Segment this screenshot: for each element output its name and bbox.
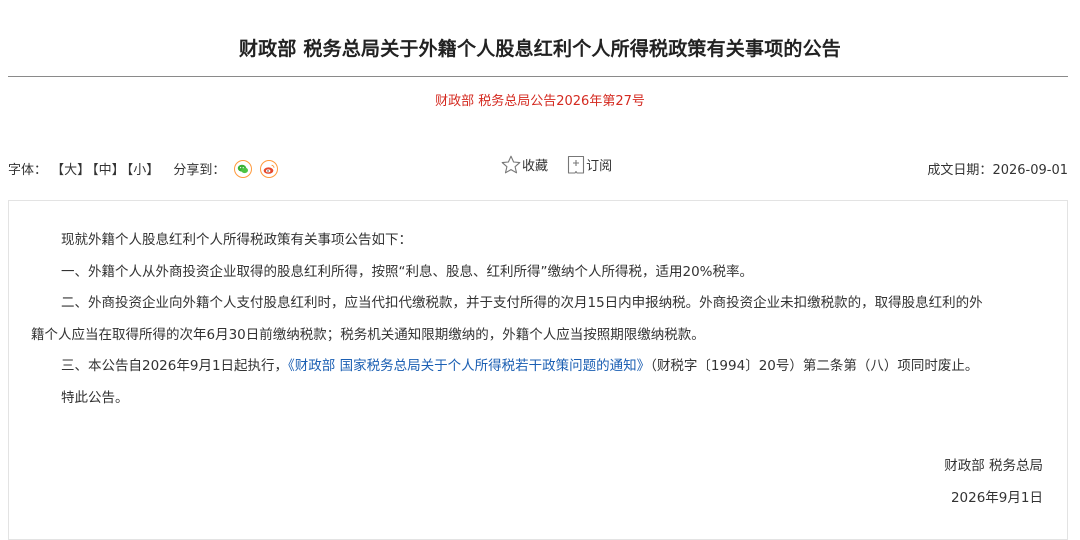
item-3-suffix: （财税字〔1994〕20号）第二条第（八）项同时废止。 <box>650 358 979 374</box>
weibo-icon[interactable] <box>259 159 278 178</box>
font-size-medium-button[interactable]: 【中】 <box>92 163 125 178</box>
favorite-label: 收藏 <box>522 159 549 174</box>
font-size-small-button[interactable]: 【小】 <box>127 163 160 178</box>
document-date: 成文日期：2026-09-01 <box>927 159 1068 178</box>
wechat-icon[interactable] <box>233 159 252 178</box>
item-3-paragraph: 三、本公告自2026年9月1日起执行，《财政部 国家税务总局关于个人所得税若干政… <box>61 351 978 383</box>
star-icon <box>501 155 521 173</box>
subscribe-label: 订阅 <box>586 159 613 174</box>
signature-org: 财政部 税务总局 <box>944 458 1043 474</box>
related-notice-link[interactable]: 《财政部 国家税务总局关于个人所得税若干政策问题的通知》 <box>288 358 650 374</box>
font-size-large-button[interactable]: 【大】 <box>51 163 90 178</box>
date-value: 2026-09-01 <box>992 163 1068 178</box>
item-2-line-1: 二、外商投资企业向外籍个人支付股息红利时，应当代扣代缴税款，并于支付所得的次月1… <box>61 295 983 311</box>
closing-paragraph: 特此公告。 <box>61 390 129 406</box>
item-2-line-2: 籍个人应当在取得所得的次年6月30日前缴纳税款；税务机关通知限期缴纳的，外籍个人… <box>31 327 705 343</box>
item-3-prefix: 三、本公告自2026年9月1日起执行， <box>61 358 289 374</box>
font-label: 字体： <box>8 163 48 178</box>
date-label: 成文日期： <box>927 163 993 178</box>
favorite-button[interactable]: 收藏 <box>500 155 548 178</box>
document-number: 财政部 税务总局公告2026年第27号 <box>435 94 645 109</box>
subscribe-button[interactable]: 订阅 <box>566 155 612 178</box>
article-content: 现就外籍个人股息红利个人所得税政策有关事项公告如下： 一、外籍个人从外商投资企业… <box>8 200 1068 540</box>
share-label: 分享到： <box>173 163 226 178</box>
subscribe-icon <box>568 155 585 174</box>
title-divider <box>8 76 1068 77</box>
font-size-controls: 字体： 【大】 【中】 【小】 分享到： <box>8 159 278 180</box>
page-title: 财政部 税务总局关于外籍个人股息红利个人所得税政策有关事项的公告 <box>238 38 842 60</box>
intro-paragraph: 现就外籍个人股息红利个人所得税政策有关事项公告如下： <box>61 232 412 248</box>
signature-date: 2026年9月1日 <box>950 490 1043 506</box>
article-actions: 收藏 订阅 <box>500 155 626 178</box>
item-1-paragraph: 一、外籍个人从外商投资企业取得的股息红利所得，按照“利息、股息、红利所得”缴纳个… <box>61 264 753 280</box>
article-toolbar: 字体： 【大】 【中】 【小】 分享到： 收藏 订阅 成文日期：2026-09-… <box>8 155 1068 181</box>
